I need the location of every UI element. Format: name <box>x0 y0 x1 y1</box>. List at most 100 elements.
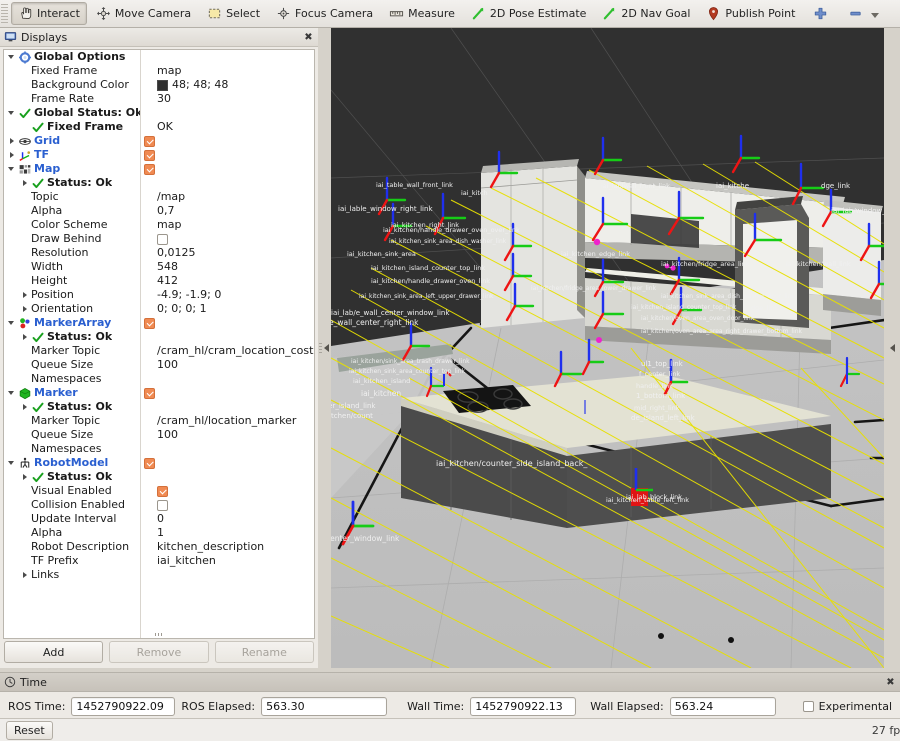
display-row-tf-prefix[interactable]: TF Prefix iai_kitchen <box>4 554 314 568</box>
display-row-queue-size[interactable]: Queue Size 100 <box>4 358 314 372</box>
enable-checkbox[interactable] <box>157 233 168 245</box>
enable-checkbox[interactable] <box>144 163 155 175</box>
display-row-frame-rate[interactable]: Frame Rate 30 <box>4 92 314 106</box>
collapse-right-icon[interactable] <box>889 344 895 352</box>
display-row-value[interactable] <box>153 233 314 245</box>
display-row-marker-topic[interactable]: Marker Topic/cram_hl/location_marker <box>4 414 314 428</box>
chevron-right-icon[interactable] <box>20 302 31 316</box>
display-row-value[interactable]: 412 <box>153 274 314 288</box>
display-row-alpha[interactable]: Alpha 0,7 <box>4 204 314 218</box>
display-row-draw-behind[interactable]: Draw Behind <box>4 232 314 246</box>
left-splitter[interactable] <box>318 28 330 668</box>
display-row-value[interactable]: 48; 48; 48 <box>153 78 314 92</box>
display-row-value[interactable] <box>140 457 314 469</box>
enable-checkbox[interactable] <box>144 135 155 147</box>
chevron-down-icon[interactable] <box>871 13 880 18</box>
ros-time-input[interactable]: 1452790922.09 <box>71 696 176 716</box>
tool-2d-nav-goal[interactable]: 2D Nav Goal <box>595 2 697 25</box>
toolbar-drag-grip[interactable] <box>1 3 8 24</box>
tool-select[interactable]: Select <box>200 2 267 25</box>
enable-checkbox[interactable] <box>144 317 155 329</box>
right-splitter[interactable] <box>884 28 900 668</box>
chevron-down-icon[interactable] <box>7 316 18 330</box>
display-row-value[interactable]: 100 <box>153 358 314 372</box>
display-row-value[interactable]: kitchen_description <box>153 540 314 554</box>
tool-interact[interactable]: Interact <box>11 2 87 25</box>
color-swatch[interactable] <box>157 79 168 91</box>
display-row-value[interactable]: 548 <box>153 260 314 274</box>
chevron-down-icon[interactable] <box>7 456 18 470</box>
chevron-right-icon[interactable] <box>20 568 31 582</box>
remove-tool-button[interactable] <box>839 2 882 25</box>
display-row-value[interactable] <box>140 317 314 329</box>
display-row-global-options[interactable]: Global Options <box>4 50 314 64</box>
chevron-right-icon[interactable] <box>20 470 31 484</box>
render-view-3d[interactable]: iai_table_wall_front_link iai_lable_windo… <box>331 28 884 668</box>
display-row-update-interval[interactable]: Update Interval 0 <box>4 512 314 526</box>
display-row-value[interactable]: 0 <box>153 512 314 526</box>
chevron-down-icon[interactable] <box>7 106 18 120</box>
display-row-resolution[interactable]: Resolution 0,0125 <box>4 246 314 260</box>
enable-checkbox[interactable] <box>144 149 155 161</box>
display-row-value[interactable]: 0; 0; 0; 1 <box>153 302 314 316</box>
enable-checkbox[interactable] <box>157 499 168 511</box>
display-row-value[interactable]: map <box>153 64 314 78</box>
wall-time-input[interactable]: 1452790922.13 <box>470 696 577 716</box>
chevron-down-icon[interactable] <box>7 386 18 400</box>
chevron-right-icon[interactable] <box>7 148 18 162</box>
rename-display-button[interactable]: Rename <box>214 641 314 663</box>
display-row-value[interactable]: 0,7 <box>153 204 314 218</box>
tool-move-camera[interactable]: Move Camera <box>89 2 198 25</box>
display-row-color-scheme[interactable]: Color Scheme map <box>4 218 314 232</box>
display-row-marker[interactable]: Marker <box>4 386 314 400</box>
display-row-value[interactable]: iai_kitchen <box>153 554 314 568</box>
display-row-namespaces[interactable]: Namespaces <box>4 372 314 386</box>
ros-elapsed-input[interactable]: 563.30 <box>261 696 388 716</box>
display-row-value[interactable]: -4.9; -1.9; 0 <box>153 288 314 302</box>
enable-checkbox[interactable] <box>157 485 168 497</box>
display-row-status-ok[interactable]: Status: Ok <box>4 330 314 344</box>
display-row-queue-size[interactable]: Queue Size 100 <box>4 428 314 442</box>
tool-2d-pose-estimate[interactable]: 2D Pose Estimate <box>464 2 594 25</box>
display-row-value[interactable] <box>140 149 314 161</box>
collapse-left-icon[interactable] <box>324 344 329 352</box>
display-row-alpha[interactable]: Alpha 1 <box>4 526 314 540</box>
display-row-marker-topic[interactable]: Marker Topic/cram_hl/cram_location_costm… <box>4 344 314 358</box>
enable-checkbox[interactable] <box>144 387 155 399</box>
display-row-value[interactable] <box>140 163 314 175</box>
display-row-links[interactable]: Links <box>4 568 314 582</box>
display-row-global-status-ok[interactable]: Global Status: Ok <box>4 106 314 120</box>
chevron-right-icon[interactable] <box>20 288 31 302</box>
display-row-visual-enabled[interactable]: Visual Enabled <box>4 484 314 498</box>
experimental-toggle[interactable]: Experimental <box>802 700 892 713</box>
display-row-value[interactable]: /map <box>153 190 314 204</box>
display-row-status-ok[interactable]: Status: Ok <box>4 400 314 414</box>
display-row-value[interactable] <box>153 499 314 511</box>
display-row-value[interactable]: /cram_hl/location_marker <box>153 414 314 428</box>
tree-resize-grip[interactable] <box>4 630 314 638</box>
display-row-namespaces[interactable]: Namespaces <box>4 442 314 456</box>
display-row-robotmodel[interactable]: RobotModel <box>4 456 314 470</box>
chevron-down-icon[interactable] <box>7 162 18 176</box>
display-row-value[interactable]: 0,0125 <box>153 246 314 260</box>
chevron-right-icon[interactable] <box>20 400 31 414</box>
display-row-topic[interactable]: Topic/map <box>4 190 314 204</box>
display-row-value[interactable]: map <box>153 218 314 232</box>
remove-display-button[interactable]: Remove <box>109 641 209 663</box>
display-row-position[interactable]: Position -4.9; -1.9; 0 <box>4 288 314 302</box>
display-row-value[interactable]: 100 <box>153 428 314 442</box>
tool-focus-camera[interactable]: Focus Camera <box>269 2 380 25</box>
display-row-markerarray[interactable]: MarkerArray <box>4 316 314 330</box>
display-row-fixed-frame[interactable]: Fixed Frame OK <box>4 120 314 134</box>
display-row-value[interactable] <box>140 387 314 399</box>
chevron-right-icon[interactable] <box>7 134 18 148</box>
chevron-down-icon[interactable] <box>7 50 18 64</box>
display-row-grid[interactable]: Grid <box>4 134 314 148</box>
display-row-height[interactable]: Height 412 <box>4 274 314 288</box>
display-row-width[interactable]: Width 548 <box>4 260 314 274</box>
display-row-value[interactable]: 1 <box>153 526 314 540</box>
experimental-checkbox[interactable] <box>802 700 814 712</box>
display-row-value[interactable]: /cram_hl/cram_location_costmap <box>153 344 314 358</box>
tool-measure[interactable]: Measure <box>382 2 462 25</box>
display-row-value[interactable] <box>140 135 314 147</box>
